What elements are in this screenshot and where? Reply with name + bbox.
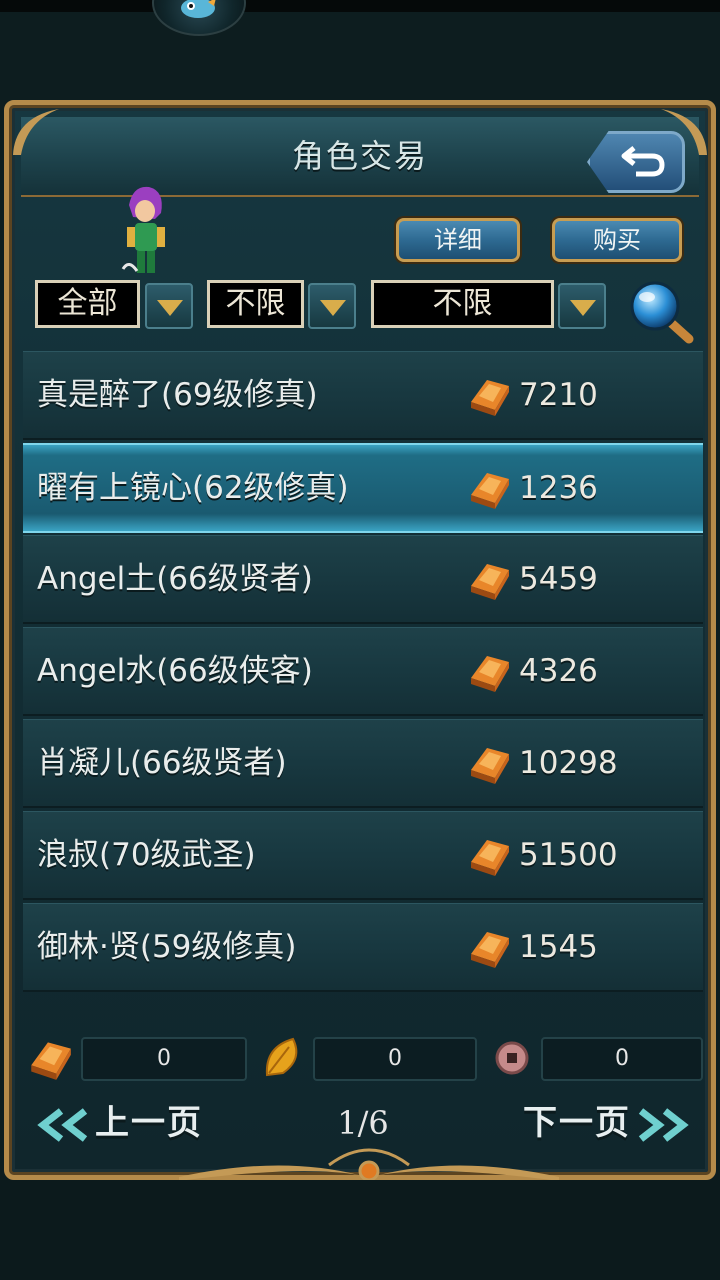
pet-avatar[interactable] xyxy=(152,0,246,36)
trade-panel: 角色交易 详细 购买 全部 不限 不限 真是醉了(69级修真) 7210 曜有上… xyxy=(4,100,716,1182)
gold-ingot-icon xyxy=(471,656,509,692)
listing-name: Angel水(66级侠客) xyxy=(37,653,313,689)
listing-price: 7210 xyxy=(519,377,598,413)
listing-name: 御林·贤(59级修真) xyxy=(37,929,297,965)
list-item-selected[interactable]: 曜有上镜心(62级修真) 1236 xyxy=(23,443,703,533)
listing-price: 10298 xyxy=(519,745,618,781)
listing-price: 51500 xyxy=(519,837,618,873)
double-chevron-right-icon xyxy=(638,1107,689,1142)
top-strip xyxy=(0,0,720,12)
corner-ornament-right xyxy=(661,109,707,155)
gold-ingot-icon xyxy=(471,380,509,416)
listing-price: 5459 xyxy=(519,561,598,597)
gold-ingot-icon xyxy=(471,932,509,968)
bottom-area xyxy=(0,1180,720,1280)
listing-name: 肖凝儿(66级贤者) xyxy=(37,745,287,781)
copper-coin-icon xyxy=(495,1041,529,1075)
listing-price: 4326 xyxy=(519,653,598,689)
filter-class-select[interactable]: 不限 xyxy=(371,280,554,328)
gold-leaf-icon xyxy=(265,1037,298,1077)
filter-level-select[interactable]: 不限 xyxy=(207,280,304,328)
list-item[interactable]: 浪叔(70级武圣) 51500 xyxy=(23,811,703,900)
detail-button[interactable]: 详细 xyxy=(396,218,520,262)
list-item[interactable]: 真是醉了(69级修真) 7210 xyxy=(23,351,703,440)
filter-category-select[interactable]: 全部 xyxy=(35,280,140,328)
list-item[interactable]: 肖凝儿(66级贤者) 10298 xyxy=(23,719,703,808)
character-sprite xyxy=(121,186,165,273)
gold-ingot-balance: 0 xyxy=(81,1037,247,1081)
listing-price: 1236 xyxy=(519,470,598,506)
chevron-down-icon[interactable] xyxy=(558,283,606,329)
search-icon[interactable] xyxy=(625,277,695,345)
gold-ingot-icon xyxy=(471,840,509,876)
pet-icon xyxy=(181,0,216,18)
listing-name: 浪叔(70级武圣) xyxy=(37,837,256,873)
chevron-down-icon[interactable] xyxy=(145,283,193,329)
gold-ingot-icon xyxy=(471,748,509,784)
listing-price: 1545 xyxy=(519,929,598,965)
currency-bar: 0 0 0 xyxy=(21,1031,705,1087)
gold-ingot-icon xyxy=(31,1042,71,1080)
list-item[interactable]: Angel水(66级侠客) 4326 xyxy=(23,627,703,716)
copper-coin-balance: 0 xyxy=(541,1037,703,1081)
buy-button[interactable]: 购买 xyxy=(552,218,682,262)
list-item[interactable]: 御林·贤(59级修真) 1545 xyxy=(23,903,703,992)
corner-ornament-left xyxy=(13,109,59,155)
listing-name: Angel土(66级贤者) xyxy=(37,561,313,597)
listing-name: 真是醉了(69级修真) xyxy=(37,377,318,413)
gold-ingot-icon xyxy=(471,564,509,600)
listing-name: 曜有上镜心(62级修真) xyxy=(37,470,349,506)
bottom-ornament xyxy=(179,1148,559,1182)
gold-leaf-balance: 0 xyxy=(313,1037,477,1081)
gold-ingot-icon xyxy=(471,473,509,509)
list-item[interactable]: Angel土(66级贤者) 5459 xyxy=(23,535,703,624)
chevron-down-icon[interactable] xyxy=(308,283,356,329)
